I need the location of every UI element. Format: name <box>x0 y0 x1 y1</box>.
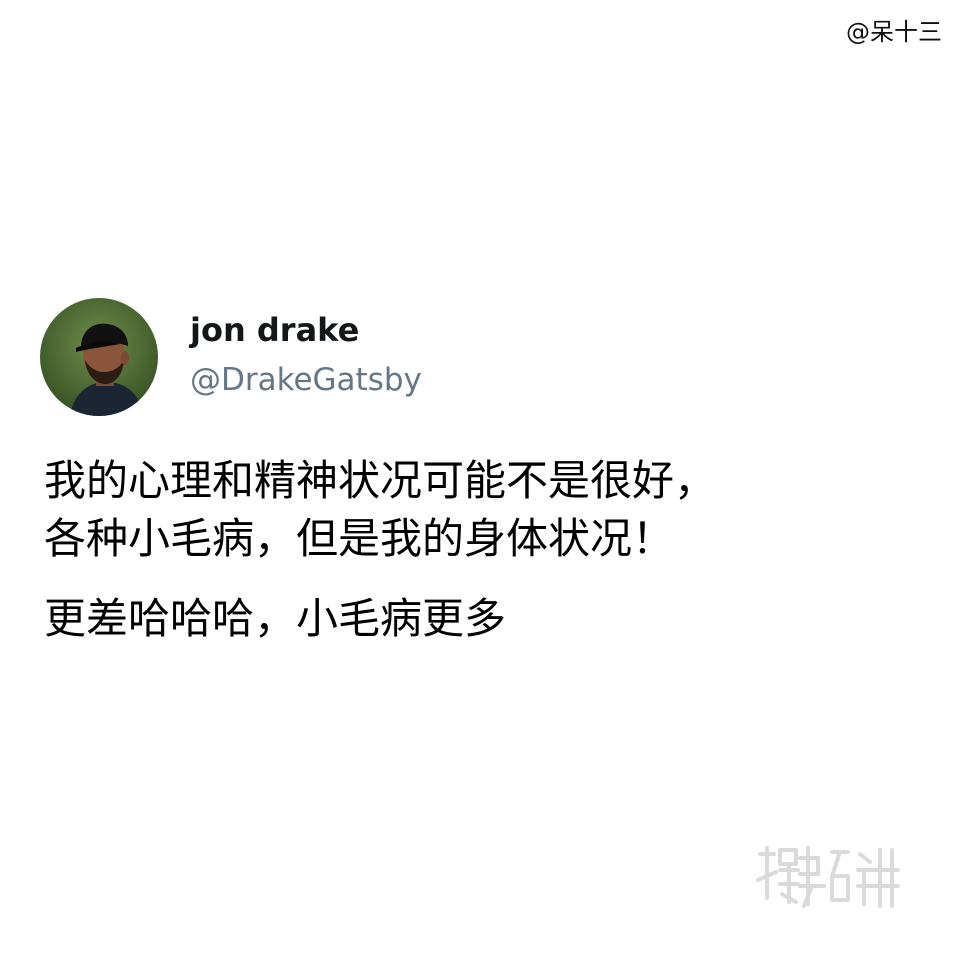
avatar-image <box>40 298 158 416</box>
tweet-text-line: 更差哈哈哈，小毛病更多 <box>44 594 507 643</box>
tweet-text: 我的心理和精神状况可能不是很好， 各种小毛病，但是我的身体状况！ 更差哈哈哈，小… <box>44 452 924 648</box>
tweet-text-line: 我的心理和精神状况可能不是很好， <box>44 456 717 505</box>
tweet-header: jon drake @DrakeGatsby <box>40 298 422 416</box>
watermark-image <box>756 846 900 908</box>
credit-text: @呆十三 <box>846 18 942 46</box>
author-info: jon drake @DrakeGatsby <box>190 310 422 400</box>
tweet-text-line: 各种小毛病，但是我的身体状况！ <box>44 514 675 563</box>
avatar[interactable] <box>40 298 158 416</box>
display-name[interactable]: jon drake <box>190 310 422 350</box>
watermark-logo <box>752 840 922 920</box>
user-handle[interactable]: @DrakeGatsby <box>190 360 422 400</box>
